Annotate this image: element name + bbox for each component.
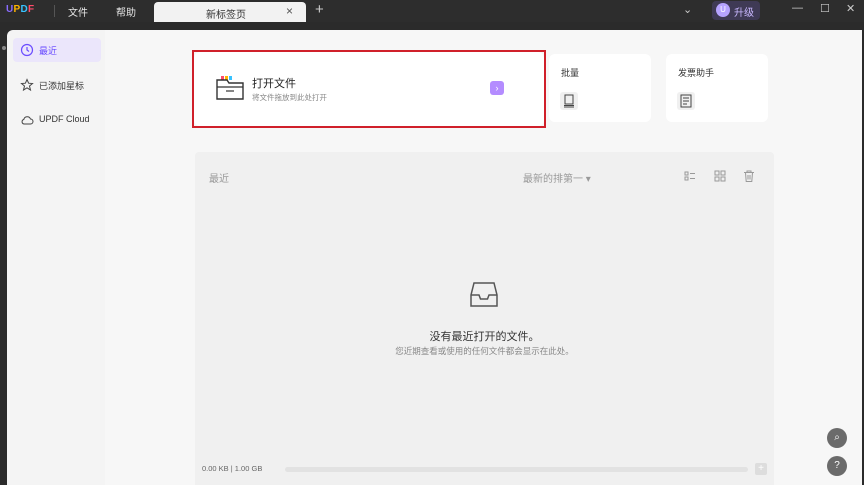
invoice-assistant-title: 发票助手 — [678, 68, 715, 78]
list-view-icon[interactable] — [683, 169, 697, 183]
trash-icon[interactable] — [742, 169, 756, 183]
grid-view-icon[interactable] — [713, 169, 727, 183]
title-bar: UPDF 文件 帮助 新标签页 × + ⌄ U 升级 — ☐ ✕ — [0, 0, 864, 22]
batch-card[interactable]: 批量 — [549, 54, 651, 122]
empty-inbox-icon — [470, 282, 498, 307]
search-fab-icon[interactable]: ⌕ — [827, 428, 847, 448]
clock-icon — [20, 43, 34, 57]
sidebar: 最近 已添加星标 UPDF Cloud — [7, 30, 105, 485]
upgrade-button[interactable]: U 升级 — [712, 1, 760, 20]
recent-files-panel: 最近 最新的排第一 ▾ 没有最近打开的文件。 您近期查看或使用的任何文件都会显示… — [195, 152, 774, 485]
tab-label: 新标签页 — [206, 10, 246, 21]
storage-usage: 0.00 KB | 1.00 GB — [202, 464, 263, 473]
menu-divider — [54, 5, 55, 17]
tab-new[interactable]: 新标签页 × — [154, 2, 306, 22]
invoice-assistant-card[interactable]: 发票助手 — [666, 54, 768, 122]
upgrade-label: 升级 — [734, 8, 754, 19]
menu-help[interactable]: 帮助 — [116, 4, 136, 19]
empty-state-subtitle: 您近期查看或使用的任何文件都会显示在此处。 — [395, 346, 574, 356]
sort-dropdown[interactable]: 最新的排第一 ▾ — [523, 170, 591, 185]
maximize-button[interactable]: ☐ — [820, 2, 830, 15]
sidebar-item-label: UPDF Cloud — [39, 114, 90, 124]
highlight-box — [192, 50, 546, 128]
batch-icon — [560, 92, 578, 110]
app-logo: UPDF — [6, 4, 35, 15]
batch-title: 批量 — [561, 68, 580, 78]
close-tab-icon[interactable]: × — [286, 4, 293, 18]
recent-title: 最近 — [209, 174, 229, 185]
invoice-icon — [677, 92, 695, 110]
menu-file[interactable]: 文件 — [68, 4, 88, 19]
cloud-icon — [21, 116, 34, 125]
main-content: 打开文件 将文件拖放到此处打开 › 批量 发票助手 最近 最新的排第一 ▾ 没有… — [105, 30, 862, 485]
empty-state-title: 没有最近打开的文件。 — [429, 331, 540, 343]
minimize-button[interactable]: — — [792, 2, 803, 14]
storage-progress-bar — [285, 467, 748, 472]
sidebar-item-starred[interactable]: 已添加星标 — [13, 73, 101, 97]
avatar: U — [716, 3, 730, 17]
sidebar-item-cloud[interactable]: UPDF Cloud — [13, 108, 101, 132]
add-storage-button[interactable]: + — [755, 463, 767, 475]
new-tab-button[interactable]: + — [315, 1, 324, 18]
star-icon — [20, 78, 34, 92]
help-fab-icon[interactable]: ? — [827, 456, 847, 476]
sidebar-item-label: 最近 — [39, 46, 58, 56]
sidebar-item-label: 已添加星标 — [39, 81, 85, 91]
close-window-button[interactable]: ✕ — [846, 2, 855, 15]
sidebar-item-recent[interactable]: 最近 — [13, 38, 101, 62]
chevron-down-icon[interactable]: ⌄ — [683, 3, 692, 16]
